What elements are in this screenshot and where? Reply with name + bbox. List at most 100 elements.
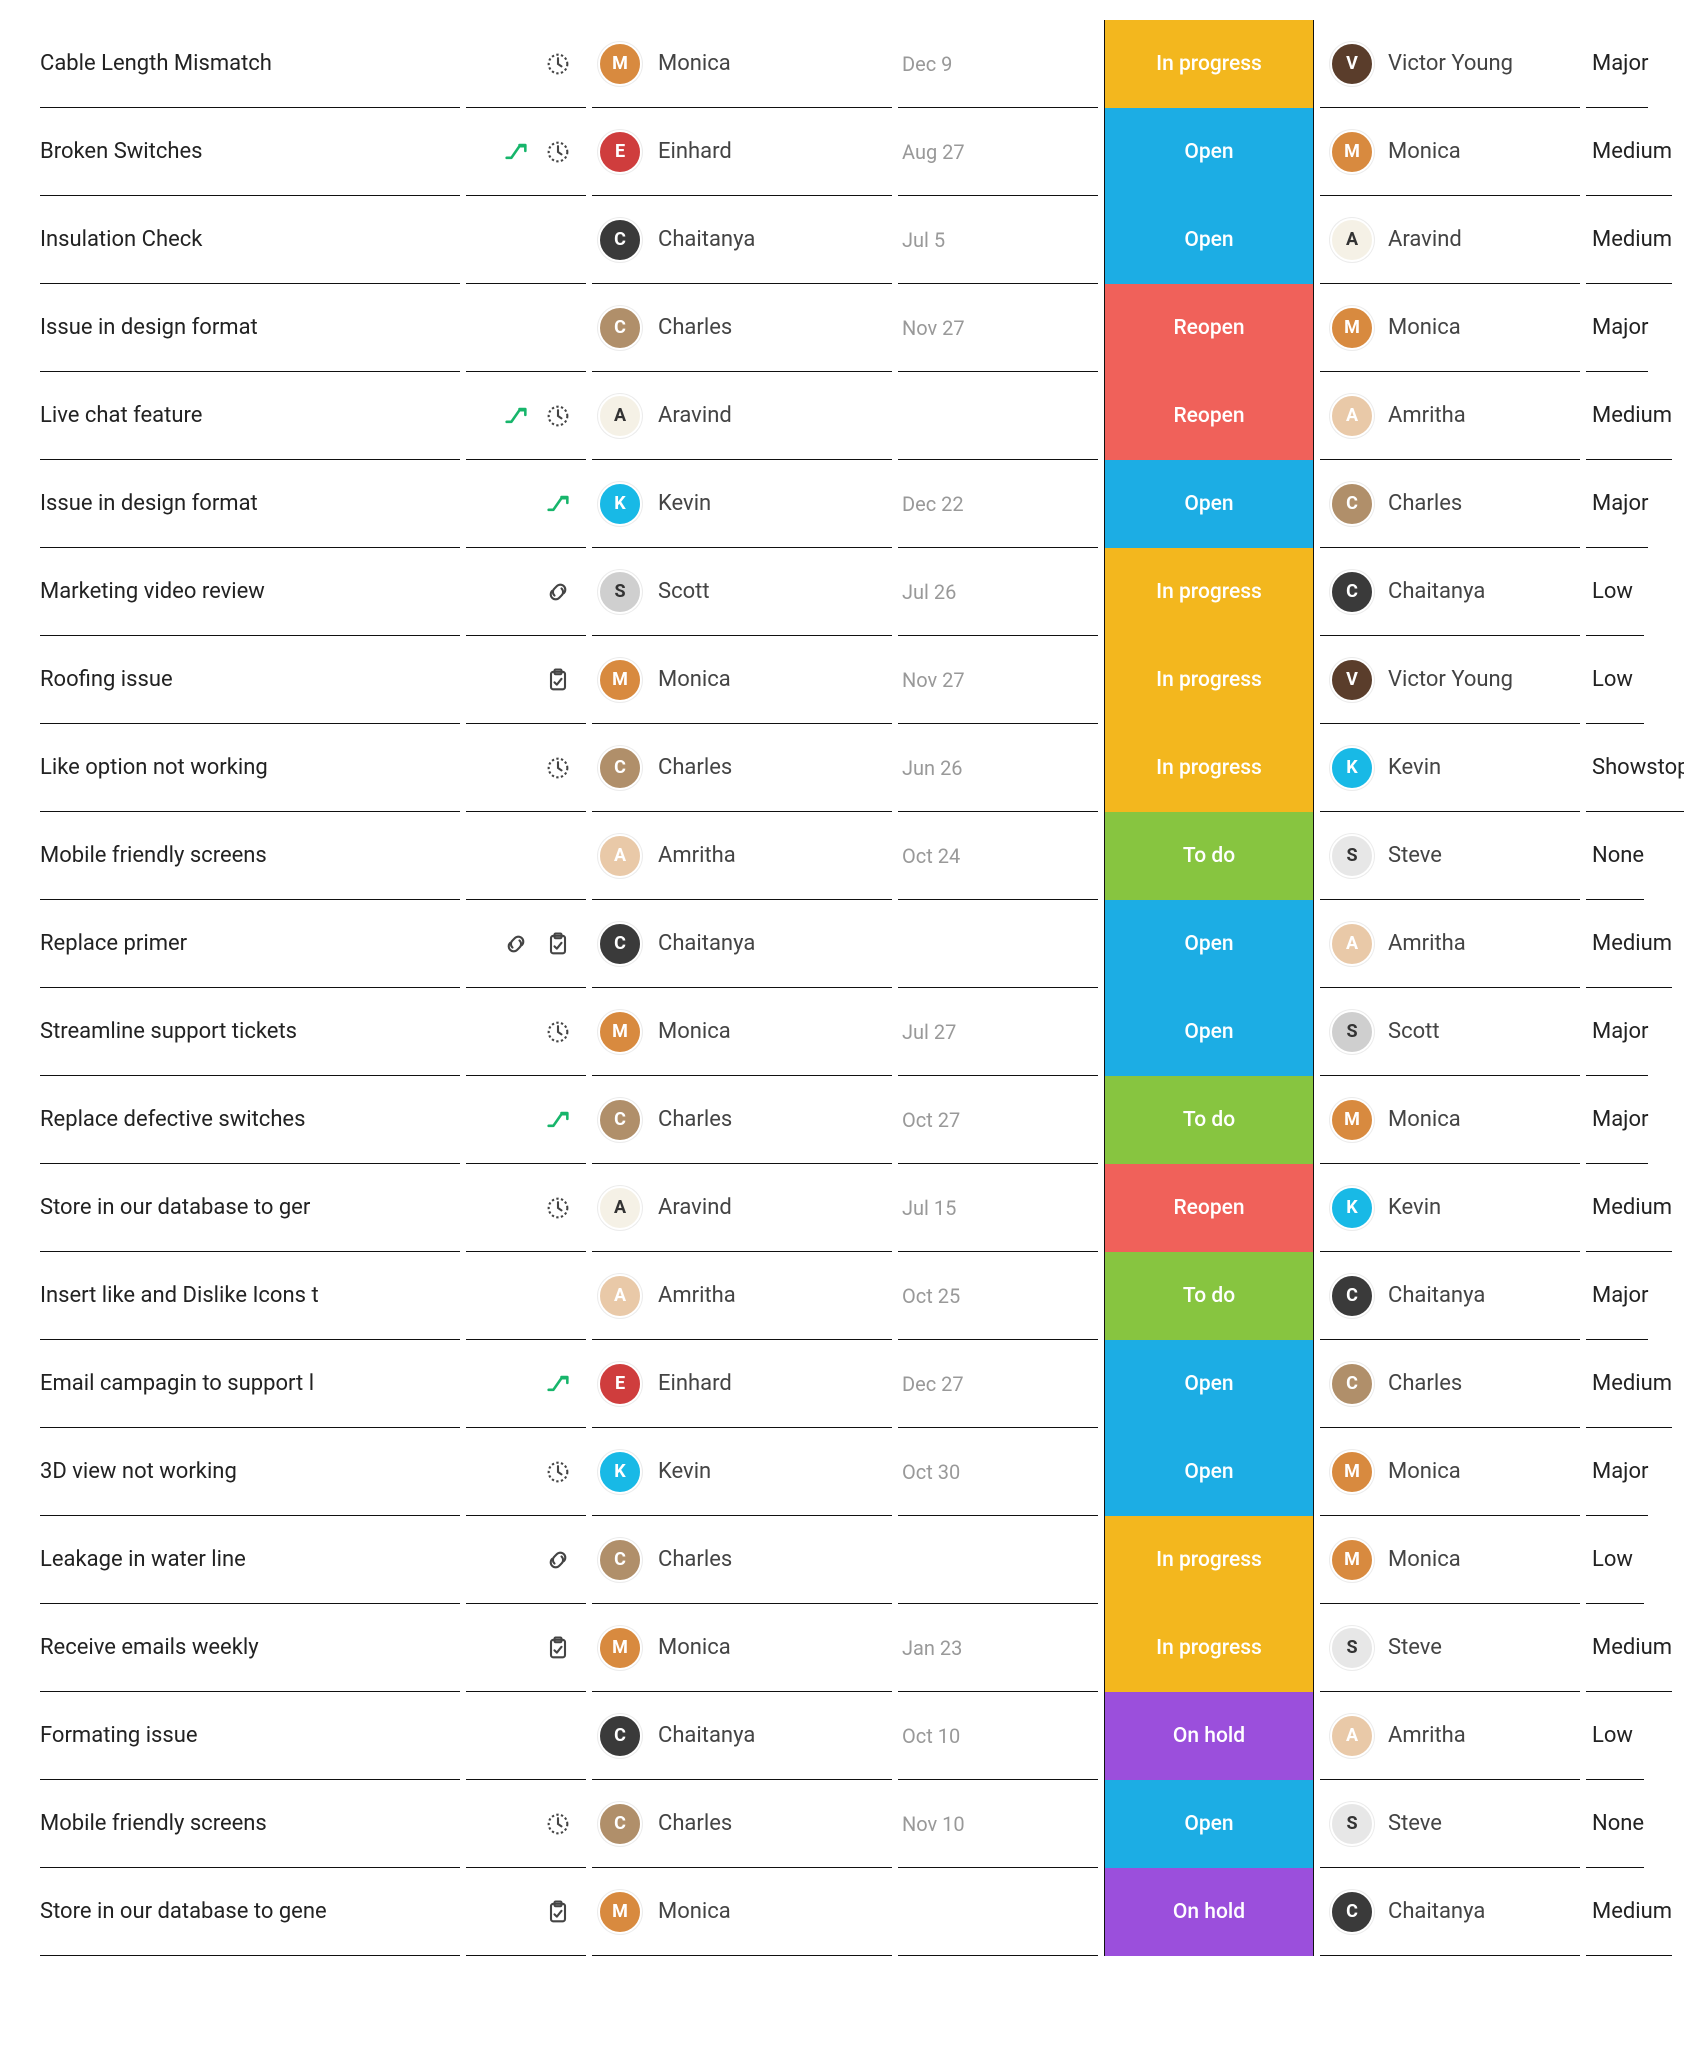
reporter-cell[interactable]: M Monica — [1320, 1076, 1580, 1164]
status-chip[interactable]: On hold — [1104, 1692, 1314, 1780]
table-row[interactable]: Mobile friendly screens C Charles Nov 10… — [40, 1780, 1644, 1868]
status-cell[interactable]: Reopen — [1104, 284, 1314, 372]
assignee-cell[interactable]: S Scott — [592, 548, 892, 636]
table-row[interactable]: Issue in design format K Kevin Dec 22 Op… — [40, 460, 1644, 548]
issue-title[interactable]: Store in our database to ger — [40, 1164, 460, 1252]
status-chip[interactable]: Reopen — [1104, 1164, 1314, 1252]
status-chip[interactable]: To do — [1104, 812, 1314, 900]
assignee-cell[interactable]: K Kevin — [592, 1428, 892, 1516]
assignee-cell[interactable]: C Charles — [592, 1780, 892, 1868]
status-cell[interactable]: In progress — [1104, 20, 1314, 108]
assignee-cell[interactable]: C Charles — [592, 1076, 892, 1164]
status-cell[interactable]: In progress — [1104, 1604, 1314, 1692]
status-cell[interactable]: Open — [1104, 900, 1314, 988]
status-cell[interactable]: In progress — [1104, 1516, 1314, 1604]
reporter-cell[interactable]: C Chaitanya — [1320, 548, 1580, 636]
status-chip[interactable]: Reopen — [1104, 372, 1314, 460]
status-cell[interactable]: Reopen — [1104, 372, 1314, 460]
assignee-cell[interactable]: C Charles — [592, 284, 892, 372]
issue-title[interactable]: Receive emails weekly — [40, 1604, 460, 1692]
issue-title[interactable]: Insert like and Dislike Icons t — [40, 1252, 460, 1340]
status-chip[interactable]: In progress — [1104, 1516, 1314, 1604]
table-row[interactable]: Cable Length Mismatch M Monica Dec 9 In … — [40, 20, 1644, 108]
status-chip[interactable]: Open — [1104, 1428, 1314, 1516]
issue-title[interactable]: Insulation Check — [40, 196, 460, 284]
status-cell[interactable]: Open — [1104, 460, 1314, 548]
assignee-cell[interactable]: M Monica — [592, 1868, 892, 1956]
status-chip[interactable]: Open — [1104, 1780, 1314, 1868]
table-row[interactable]: 3D view not working K Kevin Oct 30 Open … — [40, 1428, 1644, 1516]
status-chip[interactable]: Open — [1104, 988, 1314, 1076]
issue-title[interactable]: Live chat feature — [40, 372, 460, 460]
table-row[interactable]: Marketing video review S Scott Jul 26 In… — [40, 548, 1644, 636]
table-row[interactable]: Leakage in water line C Charles In progr… — [40, 1516, 1644, 1604]
issue-title[interactable]: Issue in design format — [40, 284, 460, 372]
status-cell[interactable]: Reopen — [1104, 1164, 1314, 1252]
assignee-cell[interactable]: E Einhard — [592, 108, 892, 196]
issue-title[interactable]: Marketing video review — [40, 548, 460, 636]
issue-title[interactable]: Replace primer — [40, 900, 460, 988]
status-cell[interactable]: In progress — [1104, 636, 1314, 724]
status-cell[interactable]: Open — [1104, 108, 1314, 196]
issue-title[interactable]: Cable Length Mismatch — [40, 20, 460, 108]
table-row[interactable]: Insert like and Dislike Icons t A Amrith… — [40, 1252, 1644, 1340]
status-cell[interactable]: On hold — [1104, 1868, 1314, 1956]
table-row[interactable]: Store in our database to ger A Aravind J… — [40, 1164, 1644, 1252]
status-chip[interactable]: In progress — [1104, 548, 1314, 636]
issue-title[interactable]: 3D view not working — [40, 1428, 460, 1516]
table-row[interactable]: Formating issue C Chaitanya Oct 10 On ho… — [40, 1692, 1644, 1780]
table-row[interactable]: Email campagin to support l E Einhard De… — [40, 1340, 1644, 1428]
assignee-cell[interactable]: K Kevin — [592, 460, 892, 548]
status-chip[interactable]: Open — [1104, 108, 1314, 196]
assignee-cell[interactable]: M Monica — [592, 636, 892, 724]
status-chip[interactable]: In progress — [1104, 636, 1314, 724]
issue-title[interactable]: Leakage in water line — [40, 1516, 460, 1604]
status-cell[interactable]: Open — [1104, 1780, 1314, 1868]
reporter-cell[interactable]: C Chaitanya — [1320, 1868, 1580, 1956]
table-row[interactable]: Insulation Check C Chaitanya Jul 5 Open … — [40, 196, 1644, 284]
status-cell[interactable]: In progress — [1104, 548, 1314, 636]
reporter-cell[interactable]: A Aravind — [1320, 196, 1580, 284]
assignee-cell[interactable]: C Chaitanya — [592, 900, 892, 988]
issue-title[interactable]: Mobile friendly screens — [40, 1780, 460, 1868]
status-chip[interactable]: In progress — [1104, 20, 1314, 108]
table-row[interactable]: Issue in design format C Charles Nov 27 … — [40, 284, 1644, 372]
reporter-cell[interactable]: K Kevin — [1320, 1164, 1580, 1252]
issue-title[interactable]: Broken Switches — [40, 108, 460, 196]
status-chip[interactable]: In progress — [1104, 724, 1314, 812]
table-row[interactable]: Roofing issue M Monica Nov 27 In progres… — [40, 636, 1644, 724]
issue-title[interactable]: Replace defective switches — [40, 1076, 460, 1164]
assignee-cell[interactable]: E Einhard — [592, 1340, 892, 1428]
assignee-cell[interactable]: A Aravind — [592, 372, 892, 460]
reporter-cell[interactable]: C Charles — [1320, 1340, 1580, 1428]
reporter-cell[interactable]: A Amritha — [1320, 1692, 1580, 1780]
issue-title[interactable]: Roofing issue — [40, 636, 460, 724]
status-cell[interactable]: To do — [1104, 812, 1314, 900]
reporter-cell[interactable]: M Monica — [1320, 1428, 1580, 1516]
table-row[interactable]: Mobile friendly screens A Amritha Oct 24… — [40, 812, 1644, 900]
reporter-cell[interactable]: K Kevin — [1320, 724, 1580, 812]
reporter-cell[interactable]: V Victor Young — [1320, 20, 1580, 108]
status-chip[interactable]: Open — [1104, 900, 1314, 988]
status-cell[interactable]: Open — [1104, 1428, 1314, 1516]
reporter-cell[interactable]: S Steve — [1320, 1604, 1580, 1692]
status-chip[interactable]: In progress — [1104, 1604, 1314, 1692]
assignee-cell[interactable]: M Monica — [592, 988, 892, 1076]
issue-title[interactable]: Mobile friendly screens — [40, 812, 460, 900]
assignee-cell[interactable]: A Amritha — [592, 1252, 892, 1340]
status-cell[interactable]: To do — [1104, 1076, 1314, 1164]
assignee-cell[interactable]: A Amritha — [592, 812, 892, 900]
status-chip[interactable]: On hold — [1104, 1868, 1314, 1956]
status-chip[interactable]: Reopen — [1104, 284, 1314, 372]
reporter-cell[interactable]: C Charles — [1320, 460, 1580, 548]
status-cell[interactable]: To do — [1104, 1252, 1314, 1340]
status-chip[interactable]: Open — [1104, 196, 1314, 284]
table-row[interactable]: Receive emails weekly M Monica Jan 23 In… — [40, 1604, 1644, 1692]
reporter-cell[interactable]: M Monica — [1320, 284, 1580, 372]
issue-title[interactable]: Streamline support tickets — [40, 988, 460, 1076]
reporter-cell[interactable]: M Monica — [1320, 1516, 1580, 1604]
status-cell[interactable]: Open — [1104, 988, 1314, 1076]
table-row[interactable]: Live chat feature A Aravind Reopen A Amr… — [40, 372, 1644, 460]
table-row[interactable]: Store in our database to gene M Monica O… — [40, 1868, 1644, 1956]
issue-title[interactable]: Issue in design format — [40, 460, 460, 548]
